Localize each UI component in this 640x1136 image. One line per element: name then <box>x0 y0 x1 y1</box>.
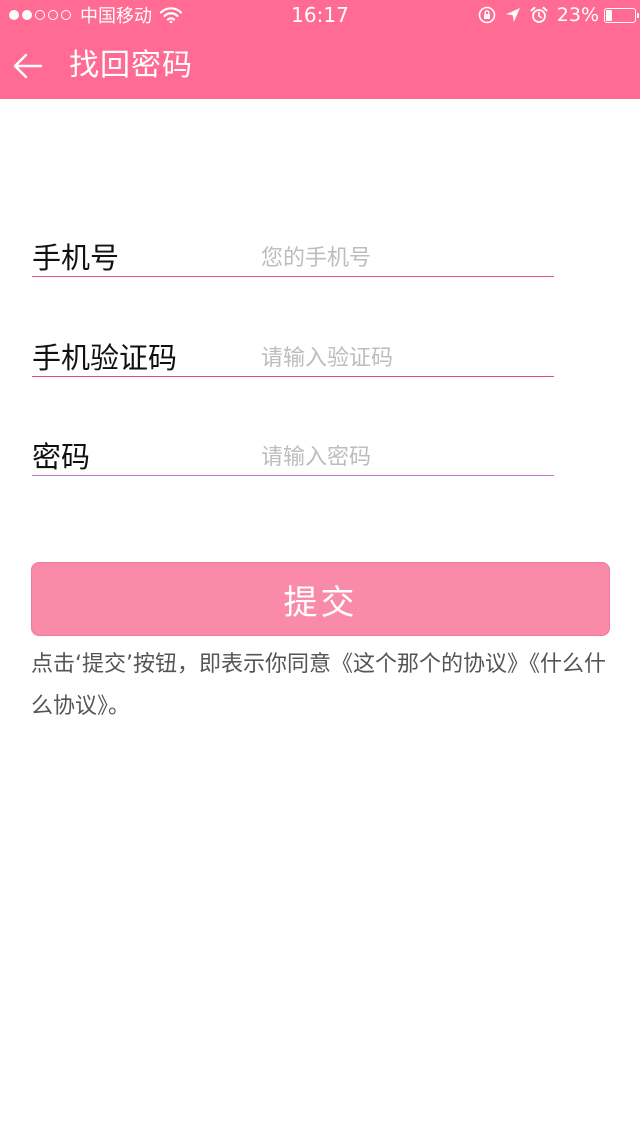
header: 中国移动 16:17 23% 找回密码 <box>0 0 640 99</box>
phone-row: 手机号 <box>32 215 554 277</box>
status-bar: 中国移动 16:17 23% <box>0 0 640 30</box>
battery-level <box>606 9 613 21</box>
phone-input[interactable] <box>261 241 551 275</box>
code-label: 手机验证码 <box>32 341 178 375</box>
status-bar-right: 23% <box>478 3 639 27</box>
password-label: 密码 <box>32 440 91 474</box>
password-underline <box>32 475 554 476</box>
battery-percent: 23% <box>556 4 599 26</box>
battery-icon <box>604 7 639 23</box>
phone-underline <box>32 276 554 277</box>
location-arrow-icon <box>505 8 520 22</box>
nav-bar: 找回密码 <box>0 30 640 99</box>
verification-code-input[interactable] <box>261 341 551 375</box>
arrow-left-icon <box>13 53 43 79</box>
rotation-lock-icon <box>478 6 496 24</box>
submit-button[interactable]: 提交 <box>31 562 610 636</box>
code-row: 手机验证码 <box>32 315 554 377</box>
phone-label: 手机号 <box>32 241 120 275</box>
alarm-icon <box>530 6 548 23</box>
password-row: 密码 <box>32 414 554 476</box>
back-button[interactable] <box>10 48 46 84</box>
page-title: 找回密码 <box>69 48 193 83</box>
code-underline <box>32 376 554 377</box>
agreement-text: 点击‘提交’按钮，即表示你同意《这个那个的协议》《什么什么协议》。 <box>31 652 606 719</box>
password-input[interactable] <box>261 440 551 474</box>
